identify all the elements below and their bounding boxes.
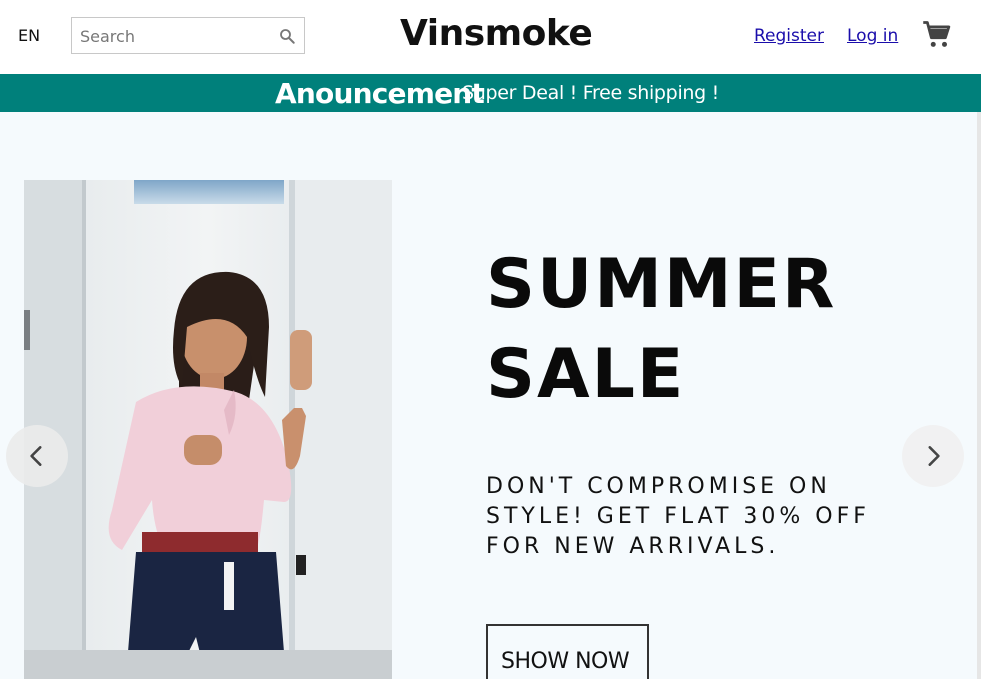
next-slide-button[interactable] (902, 425, 964, 487)
headline-line-2: SALE (486, 335, 686, 414)
search-input[interactable] (80, 24, 270, 48)
chevron-right-icon (928, 446, 940, 466)
description-line-2: STYLE! GET FLAT 30% OFF (486, 504, 870, 529)
description-line-1: DON'T COMPROMISE ON (486, 474, 831, 499)
site-logo[interactable]: Vinsmoke (400, 13, 593, 54)
announcement-text: Super Deal ! Free shipping ! (462, 82, 719, 104)
cart-icon[interactable] (922, 20, 952, 50)
show-now-button[interactable]: SHOW NOW (486, 624, 649, 679)
search-box[interactable] (71, 17, 305, 54)
headline-line-1: SUMMER (486, 245, 837, 324)
slide-headline: SUMMER SALE (486, 240, 886, 420)
announcement-title: Anouncement (275, 77, 485, 110)
chevron-left-icon (30, 446, 42, 466)
description-line-3: FOR NEW ARRIVALS. (486, 534, 780, 559)
register-link[interactable]: Register (754, 26, 824, 46)
hero-image (24, 180, 392, 679)
prev-slide-button[interactable] (6, 425, 68, 487)
announcement-bar: Anouncement Super Deal ! Free shipping ! (0, 74, 981, 112)
language-selector[interactable]: EN (18, 26, 40, 45)
search-icon[interactable] (278, 27, 296, 45)
slide-description: DON'T COMPROMISE ON STYLE! GET FLAT 30% … (486, 472, 906, 562)
navbar: EN Vinsmoke Register Log in (0, 0, 981, 74)
scrollbar[interactable] (977, 112, 981, 679)
login-link[interactable]: Log in (847, 26, 898, 46)
